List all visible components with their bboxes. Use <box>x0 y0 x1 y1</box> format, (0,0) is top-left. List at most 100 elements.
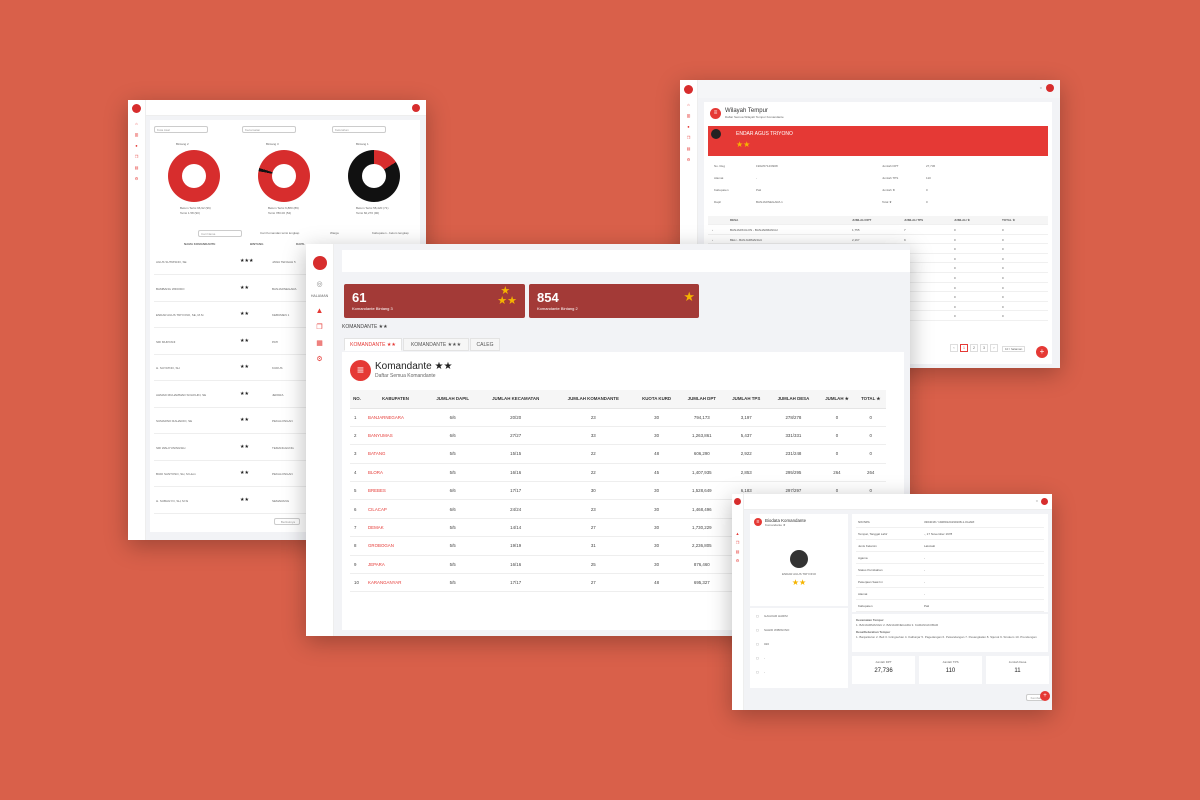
kabupaten-link[interactable]: GROBOGAN <box>364 536 427 556</box>
kabupaten-link[interactable]: BANJARNEGARA <box>364 408 427 427</box>
filter-checkbox[interactable]: Kabupaten - belum lengkap <box>372 231 409 235</box>
rating-stars: ★★ <box>240 496 249 503</box>
tab-caleg[interactable]: CALEG <box>470 338 500 351</box>
stat-card-bintang-3[interactable]: 61 Komandante Bintang 3 ★ ★★ <box>344 284 525 318</box>
expand-icon[interactable]: › <box>712 228 713 232</box>
map-icon[interactable]: ▤ <box>736 549 740 554</box>
table-cell: 25 <box>552 555 634 575</box>
table-cell: 7 <box>904 228 906 232</box>
table-cell: 33 <box>552 426 634 446</box>
table-cell: 278/278 <box>768 408 819 427</box>
kabupaten-link[interactable]: DEMAK <box>364 518 427 538</box>
home-icon[interactable]: ⌂ <box>687 102 689 107</box>
info-label: Dapil <box>714 200 721 204</box>
copy-icon[interactable]: ❐ <box>736 540 740 545</box>
user-icon[interactable]: ● <box>687 124 689 129</box>
info-label: Pekerjaan Saat Ini <box>858 580 883 584</box>
search-icon[interactable]: ○ <box>1040 85 1042 90</box>
tab-komandante-3[interactable]: KOMANDANTE ★★★ <box>403 338 469 351</box>
dapil-cell: BANJARNEGARA <box>272 286 297 291</box>
kabupaten-link[interactable]: CILACAP <box>364 499 427 519</box>
filter-select[interactable]: Kota Asal <box>154 126 208 133</box>
copy-icon[interactable]: ❐ <box>316 323 322 331</box>
copy-icon[interactable]: ❐ <box>687 135 691 140</box>
filter-select[interactable]: Kecamatan <box>242 126 296 133</box>
search-input[interactable]: Cari Nama <box>198 230 242 237</box>
filter-checkbox[interactable]: Warga <box>330 231 339 235</box>
table-cell: 0 <box>818 444 856 464</box>
column-header: JUMLAH DPT <box>679 390 725 409</box>
filter-checkbox[interactable]: Cari Komandan terisi lengkap <box>260 231 299 235</box>
settings-icon[interactable]: ⚙ <box>316 355 322 363</box>
info-label: Alamat <box>714 176 724 180</box>
stat-card: Jumlah DPT 27,736 <box>852 656 915 684</box>
page-button[interactable]: › <box>990 344 998 352</box>
donut-chart-bintang-3 <box>258 150 310 202</box>
page-button[interactable]: ‹ <box>950 344 958 352</box>
kabupaten-link[interactable]: BREBES <box>364 481 427 501</box>
kabupaten-link[interactable]: KARANGANYAR <box>364 573 427 593</box>
table-cell: 22 <box>552 463 634 483</box>
page-button[interactable]: 2 <box>970 344 978 352</box>
info-value: - <box>924 568 925 572</box>
komandante-name: H. SUYATNO, SH <box>156 366 180 370</box>
table-cell: 7 <box>350 518 365 538</box>
tab-komandante-2[interactable]: KOMANDANTE ★★ <box>344 338 402 351</box>
stat-number: 61 <box>352 290 367 305</box>
table-cell: 8 <box>350 536 365 556</box>
table-row[interactable]: 4 BLORA 5/5 16/16 22 45 1,407,935 2,853 295/295 2… <box>350 463 886 483</box>
map-icon[interactable]: ▤ <box>687 146 691 151</box>
kabupaten-link[interactable]: JEPARA <box>364 555 427 575</box>
table-cell: 31 <box>552 536 634 556</box>
table-cell: 0 <box>1002 237 1004 242</box>
copy-icon[interactable]: ❐ <box>135 154 139 159</box>
map-icon[interactable]: ▦ <box>316 339 323 347</box>
map-icon[interactable]: ▤ <box>135 165 139 170</box>
kabupaten-link[interactable]: BATANG <box>364 444 427 464</box>
stat-label: Komandante Bintang 2 <box>537 306 578 311</box>
table-row[interactable]: 2 BANYUMAS 6/6 27/27 33 30 1,263,861 5,437 331/3… <box>350 426 886 446</box>
dapil-cell: PEKALONGAN <box>272 472 293 476</box>
settings-icon[interactable]: ⚙ <box>135 176 139 181</box>
column-header: JUMLAH TPS <box>724 390 769 409</box>
table-cell: 0 <box>855 444 886 464</box>
page-button[interactable]: 3 <box>980 344 988 352</box>
info-label: Jumlah TPS <box>882 176 899 180</box>
avatar[interactable] <box>1041 498 1048 505</box>
stat-card-bintang-2[interactable]: 854 Komandante Bintang 2 ★ <box>529 284 699 318</box>
table-row[interactable]: › BELI - BANJARMANGU 2,167 9 0 0 <box>708 236 1048 245</box>
dashboard-icon[interactable]: ◎ <box>316 280 322 288</box>
table-cell: 5/5 <box>426 536 479 556</box>
info-row: Jenis Kelamin Laki-laki <box>856 540 1044 552</box>
user-icon[interactable]: ▲ <box>736 531 740 536</box>
kabupaten-link[interactable]: BLORA <box>364 463 427 483</box>
settings-icon[interactable]: ⚙ <box>736 558 740 563</box>
home-icon[interactable]: ⌂ <box>135 121 137 126</box>
chart-icon[interactable]: ▥ <box>687 113 691 118</box>
user-icon[interactable]: ▲ <box>316 306 324 315</box>
page-button[interactable]: 1 <box>960 344 968 352</box>
kabupaten-link[interactable]: BANYUMAS <box>364 426 427 446</box>
list-icon: ≡ <box>350 360 371 381</box>
table-row[interactable]: 3 BATANG 5/5 15/15 22 48 606,290 2,922 231/248 0 0 <box>350 444 886 464</box>
user-icon[interactable]: ● <box>135 143 137 148</box>
table-row[interactable]: 1 BANJARNEGARA 6/6 20/20 23 30 794,173 3,197 278… <box>350 408 886 427</box>
legend-item: Belum Terisi 58,420 (71) <box>356 206 389 210</box>
info-label: Jumlah ★ <box>882 188 896 192</box>
table-row[interactable]: › BANJARKULON - BANJARMANGU 1,755 7 0 0 <box>708 226 1048 235</box>
next-page-button[interactable]: Berikutnya <box>274 518 300 525</box>
table-cell: 1,407,935 <box>679 463 725 483</box>
avatar[interactable] <box>412 104 420 112</box>
avatar[interactable] <box>1046 84 1054 92</box>
search-icon[interactable]: ○ <box>1036 498 1038 503</box>
filter-select[interactable]: Kelurahan <box>332 126 386 133</box>
chart-icon[interactable]: ▥ <box>135 132 139 137</box>
info-value: -, 17 November 1978 <box>924 532 953 536</box>
add-button[interactable]: + <box>1040 691 1050 701</box>
expand-icon[interactable]: › <box>712 238 713 242</box>
settings-icon[interactable]: ⚙ <box>687 157 691 162</box>
per-page-select[interactable]: 10 / halaman <box>1002 346 1026 352</box>
table-cell: 606,290 <box>679 444 725 464</box>
chart-title: Bintang 2 <box>176 142 189 146</box>
add-button[interactable]: + <box>1036 346 1048 358</box>
